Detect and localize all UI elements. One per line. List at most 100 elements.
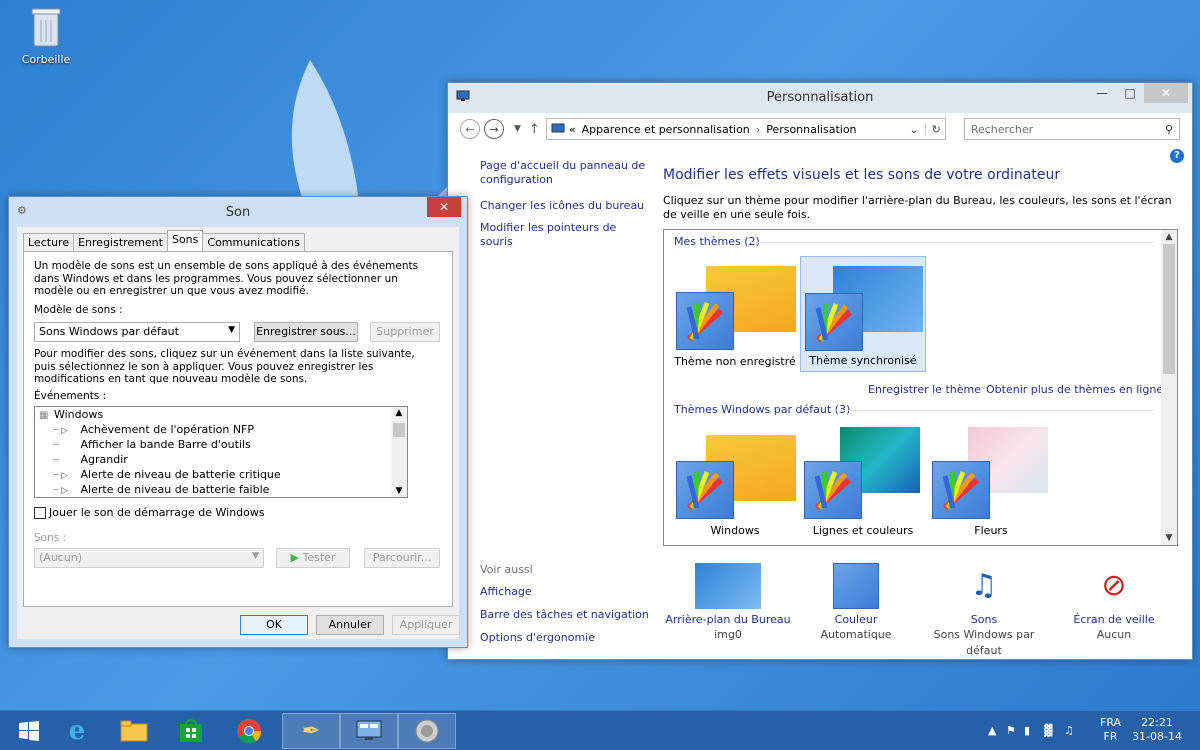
save-as-button[interactable]: Enregistrer sous...: [254, 322, 358, 342]
color-setting[interactable]: Couleur Automatique: [791, 563, 921, 643]
show-hidden-icons-icon[interactable]: ▲: [988, 724, 996, 737]
events-scrollbar[interactable]: ▲ ▼: [391, 407, 407, 497]
link-ergonomics[interactable]: Options d'ergonomie: [480, 631, 650, 645]
sound-select[interactable]: (Aucun) ▼: [34, 548, 264, 568]
forward-button[interactable]: →: [484, 119, 504, 139]
minimize-button[interactable]: —: [1088, 83, 1116, 103]
wallpaper-thumbnail: [695, 563, 761, 609]
personalization-taskbar[interactable]: ✒: [282, 713, 340, 749]
tab-sounds[interactable]: Sons: [166, 230, 204, 251]
theme-unsaved[interactable]: Thème non enregistré: [672, 256, 798, 372]
breadcrumb-appearance[interactable]: Apparence et personnalisation: [582, 123, 750, 136]
taskbar: e ✒ ▲ ⚑ ▮ ▓ ♫ FRA FR 22:21 31-08-14: [0, 710, 1200, 750]
theme-name: Lignes et couleurs: [812, 524, 914, 537]
sound-dialog: ⚙ Son ✕ Lecture Enregistrement Sons Comm…: [8, 196, 468, 648]
battery-icon[interactable]: ▮: [1024, 724, 1030, 737]
list-item[interactable]: ┄ Afficher la bande Barre d'outils: [53, 437, 251, 452]
list-item[interactable]: ┄ Agrandir: [53, 452, 128, 467]
scroll-down-icon[interactable]: ▼: [1161, 533, 1177, 543]
breadcrumb-prefix: «: [568, 122, 576, 136]
internet-explorer[interactable]: e: [48, 713, 106, 749]
delete-button[interactable]: Supprimer: [370, 322, 440, 342]
window-icon: ▦: [39, 410, 49, 421]
list-item[interactable]: ┄ ▷ Alerte de niveau de batterie critique: [53, 467, 281, 482]
ok-button[interactable]: OK: [240, 615, 308, 635]
network-icon[interactable]: ▓: [1044, 724, 1052, 737]
scroll-thumb[interactable]: [1163, 244, 1175, 374]
language-top: FRA: [1100, 716, 1122, 729]
chrome[interactable]: [220, 713, 278, 749]
event-group-windows[interactable]: ▦ Windows: [39, 407, 103, 422]
sound-taskbar[interactable]: [398, 713, 456, 749]
screensaver-setting[interactable]: ⊘ Écran de veille Aucun: [1049, 563, 1179, 643]
speaker-icon: ▷: [61, 486, 68, 496]
save-theme-link[interactable]: Enregistrer le thème: [868, 383, 981, 396]
tab-recording[interactable]: Enregistrement: [73, 233, 168, 251]
scroll-thumb[interactable]: [393, 423, 405, 437]
store[interactable]: [162, 713, 220, 749]
help-icon[interactable]: ?: [1170, 149, 1184, 163]
scroll-up-icon[interactable]: ▲: [391, 408, 407, 418]
sounds-tab-page: Un modèle de sons est un ensemble de son…: [23, 251, 453, 607]
nav-desktop-icons[interactable]: Changer les icônes du bureau: [480, 199, 650, 213]
volume-icon[interactable]: ♫: [1064, 724, 1074, 737]
cancel-button[interactable]: Annuler: [316, 615, 384, 635]
up-button[interactable]: ↑: [529, 122, 540, 137]
clock[interactable]: 22:21 31-08-14: [1132, 716, 1182, 744]
scheme-label: Modèle de sons :: [34, 304, 123, 316]
tab-communications[interactable]: Communications: [202, 233, 305, 251]
nav-control-panel-home[interactable]: Page d'accueil du panneau de configurati…: [480, 159, 650, 187]
apply-button[interactable]: Appliquer: [392, 615, 460, 635]
tab-playback[interactable]: Lecture: [23, 233, 75, 251]
file-explorer[interactable]: [105, 713, 163, 749]
list-item[interactable]: ┄ ▷ Achèvement de l'opération NFP: [53, 422, 254, 437]
color-palette-icon: [932, 461, 990, 519]
sound-value: (Aucun): [39, 551, 83, 564]
more-themes-link[interactable]: Obtenir plus de thèmes en ligne: [986, 383, 1163, 396]
recent-dropdown-icon[interactable]: ▼: [514, 124, 521, 134]
list-item[interactable]: ┄ ▷ Alerte de niveau de batterie faible: [53, 482, 269, 497]
search-icon[interactable]: ⚲: [1165, 123, 1173, 136]
checkbox[interactable]: [34, 506, 46, 519]
breadcrumb-chevron-icon[interactable]: ›: [756, 123, 760, 136]
title-bar[interactable]: Personnalisation — □ ✕: [448, 83, 1192, 113]
play-icon: ▶: [290, 551, 299, 564]
scroll-down-icon[interactable]: ▼: [391, 486, 407, 496]
wallpaper-setting[interactable]: Arrière-plan du Bureau img0: [663, 563, 793, 643]
link-display[interactable]: Affichage: [480, 585, 650, 599]
page-title: Modifier les effets visuels et les sons …: [663, 167, 1061, 183]
close-button[interactable]: ✕: [427, 197, 461, 217]
scheme-select[interactable]: Sons Windows par défaut ▼: [34, 322, 240, 342]
back-button[interactable]: ←: [460, 119, 480, 139]
flag-icon[interactable]: ⚑: [1006, 724, 1016, 737]
theme-windows[interactable]: Windows: [672, 425, 798, 541]
sound-title-bar[interactable]: ⚙ Son ✕: [9, 197, 467, 227]
events-list[interactable]: ▦ Windows ┄ ▷ Achèvement de l'opération N…: [34, 406, 408, 498]
language-indicator[interactable]: FRA FR: [1100, 716, 1121, 744]
control-panel-taskbar[interactable]: [340, 713, 398, 749]
theme-synced[interactable]: Thème synchronisé: [800, 256, 926, 372]
theme-name: Thème non enregistré: [674, 355, 796, 368]
scroll-up-icon[interactable]: ▲: [1161, 232, 1177, 242]
address-dropdown-icon[interactable]: ⌄: [909, 123, 918, 136]
startup-sound-checkbox[interactable]: Jouer le son de démarrage de Windows: [34, 506, 265, 519]
sounds-setting[interactable]: ♫ Sons Sons Windows par défaut: [919, 563, 1049, 659]
maximize-button[interactable]: □: [1116, 83, 1144, 103]
link-taskbar[interactable]: Barre des tâches et navigation: [480, 608, 650, 622]
refresh-icon[interactable]: ↻: [924, 122, 941, 136]
search-input[interactable]: Rechercher ⚲: [963, 118, 1180, 140]
nav-mouse-pointers[interactable]: Modifier les pointeurs de souris: [480, 221, 650, 249]
recycle-bin[interactable]: Corbeille: [18, 6, 74, 66]
test-button[interactable]: ▶ Tester: [276, 548, 350, 568]
wallpaper-label: Arrière-plan du Bureau: [665, 613, 791, 626]
screensaver-value: Aucun: [1096, 628, 1132, 641]
theme-flowers[interactable]: Fleurs: [928, 425, 1054, 541]
color-palette-icon: [805, 293, 863, 351]
close-button[interactable]: ✕: [1144, 83, 1188, 103]
breadcrumb-personalization[interactable]: Personnalisation: [766, 123, 856, 136]
address-bar[interactable]: « Apparence et personnalisation › Person…: [545, 118, 946, 140]
theme-scrollbar[interactable]: ▲ ▼: [1161, 230, 1177, 545]
color-icon: [833, 563, 879, 609]
browse-button[interactable]: Parcourir...: [364, 548, 440, 568]
theme-lines-colors[interactable]: Lignes et couleurs: [800, 425, 926, 541]
